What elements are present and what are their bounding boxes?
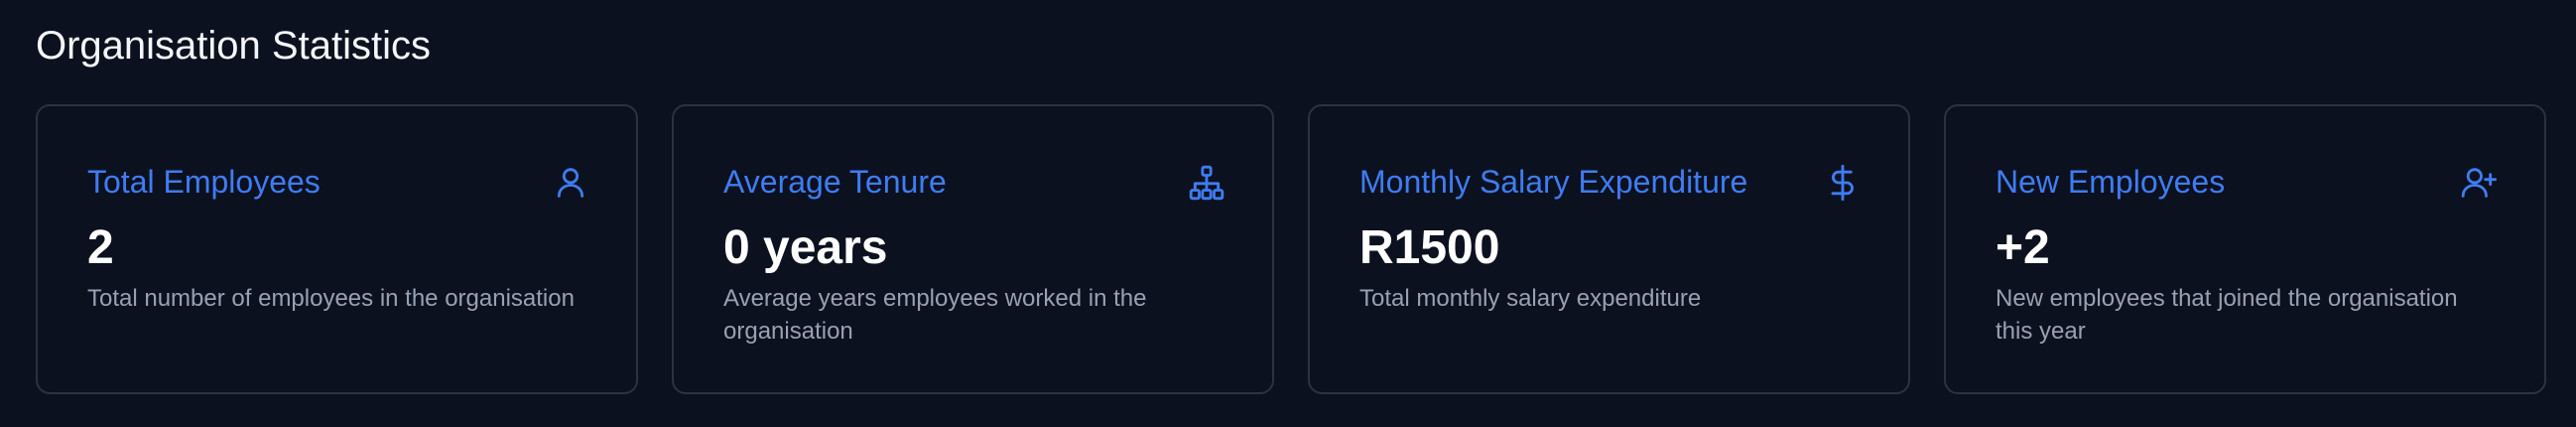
stat-card-title: Monthly Salary Expenditure — [1359, 164, 1748, 200]
stat-card-description: Total number of employees in the organis… — [87, 285, 575, 312]
stat-card-title: Total Employees — [87, 164, 321, 200]
stat-card-value: 2 — [87, 221, 114, 274]
stat-card-value: 0 years — [723, 221, 888, 274]
dollar-icon — [1823, 163, 1863, 203]
stat-card-new-employees: New Employees +2 New employees that join… — [1944, 104, 2546, 394]
stat-card-value: R1500 — [1359, 221, 1500, 274]
stat-card-title: New Employees — [1996, 164, 2226, 200]
stat-card-description: New employees that joined the organisati… — [1996, 285, 2458, 345]
stats-cards: Total Employees 2 Total number of employ… — [36, 104, 2546, 394]
stat-card-monthly-salary: Monthly Salary Expenditure R1500 Total m… — [1308, 104, 1910, 394]
stat-card-average-tenure: Average Tenure 0 years Average years emp… — [672, 104, 1274, 394]
stat-card-title: Average Tenure — [723, 164, 947, 200]
org-chart-icon — [1187, 163, 1226, 203]
page-title: Organisation Statistics — [36, 24, 431, 68]
organisation-statistics-page: Organisation Statistics Total Employees … — [0, 0, 2576, 427]
stat-card-description: Total monthly salary expenditure — [1359, 285, 1702, 312]
stat-card-value: +2 — [1996, 221, 2050, 274]
user-icon — [551, 163, 590, 203]
user-plus-icon — [2459, 163, 2499, 203]
stat-card-description: Average years employees worked in the or… — [723, 285, 1147, 345]
stat-card-total-employees: Total Employees 2 Total number of employ… — [36, 104, 638, 394]
